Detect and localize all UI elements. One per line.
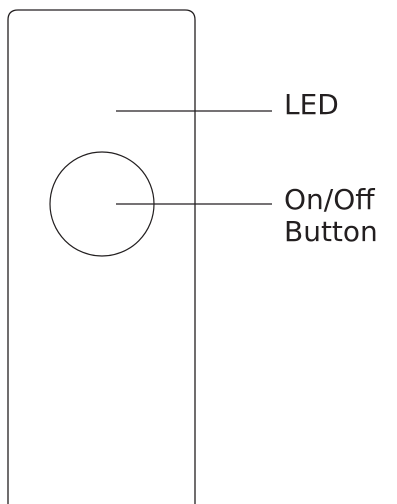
device-body-outline [7,9,196,504]
on-off-button-label-line2: Button [284,215,378,249]
on-off-button-label: On/Off Button [284,183,378,249]
device-diagram [7,9,272,504]
on-off-button-label-line1: On/Off [284,183,375,216]
led-label: LED [284,88,339,121]
